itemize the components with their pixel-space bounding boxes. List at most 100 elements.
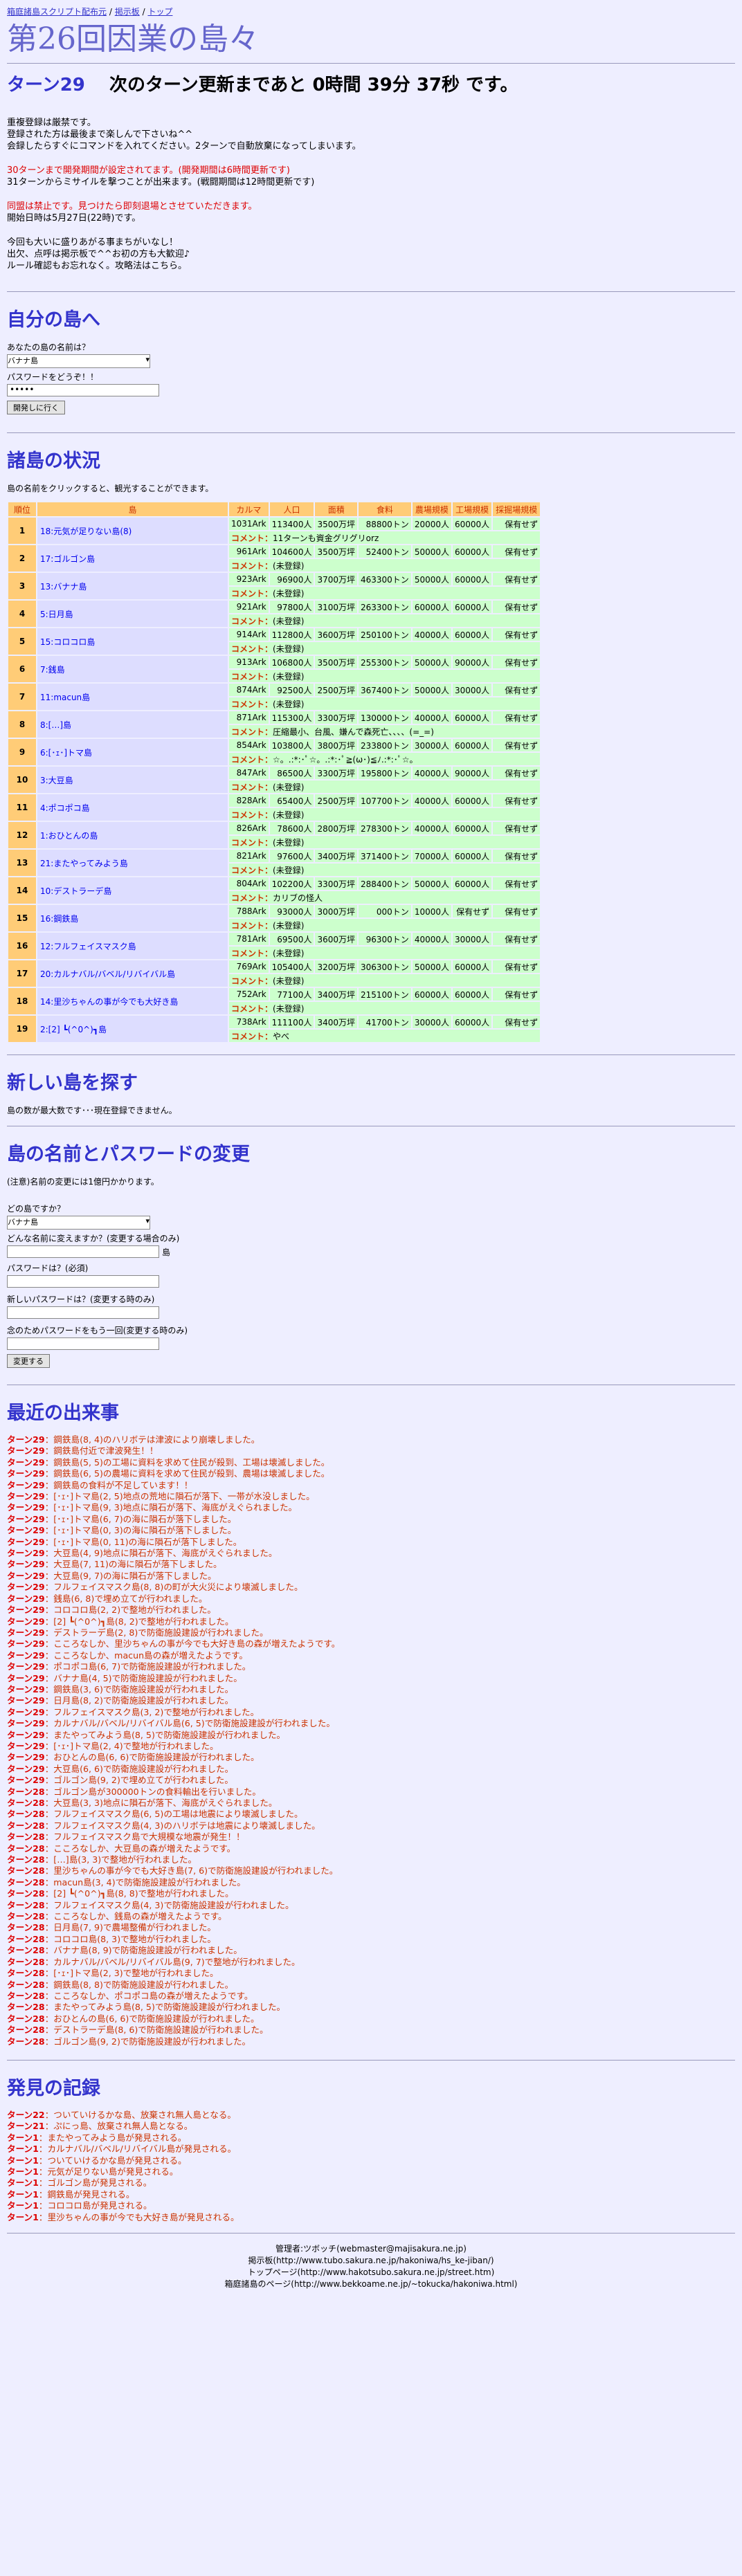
log-text: ：里沙ちゃんの事が今でも大好き島(7, 6)で防衛施設建設が行われました。 [44, 1865, 338, 1876]
island-link[interactable]: 3:大豆島 [40, 776, 73, 785]
rank-cell: 7 [8, 684, 36, 710]
food-cell: 263300トン [359, 601, 411, 613]
log-text: ：[…]島(3, 3)で整地が行われました。 [44, 1854, 197, 1865]
turn-status: ターン29 次のターン更新まであと 0時間 39分 37秒 です。 [7, 71, 735, 96]
log-text: ：こころなしか、ポコポコ島の森が増えたようです。 [44, 1990, 253, 2001]
change-button[interactable]: 変更する [7, 1354, 50, 1368]
which-island-label: どの島ですか？ [7, 1204, 66, 1214]
karma-cell: 821Ark [229, 850, 269, 862]
footer-top[interactable]: トップページ(http://www.hakotsubo.sakura.ne.jp… [7, 2267, 735, 2278]
log-entry: ターン29：鋼鉄島の食料が不足しています！！ [7, 1480, 735, 1491]
footer-bbs[interactable]: 掲示板(http://www.tubo.sakura.ne.jp/hakoniw… [7, 2255, 735, 2267]
island-link[interactable]: 4:ポコポコ島 [40, 803, 90, 813]
population-cell: 105400人 [269, 960, 314, 973]
comment-label: コメント： [231, 643, 273, 654]
comment-cell: コメント：(未登録) [229, 864, 541, 876]
island-link[interactable]: 16:鋼鉄島 [40, 914, 78, 924]
farm-cell: 40000人 [412, 711, 451, 724]
log-text: ：大豆島(3, 3)地点に隕石が落下、海底がえぐられました。 [44, 1798, 278, 1808]
island-link[interactable]: 1:おひとんの島 [40, 831, 98, 841]
mine-cell: 保有せず [493, 960, 541, 973]
factory-cell: 60000人 [453, 877, 492, 890]
new-password-input[interactable] [7, 1306, 159, 1319]
table-row: 6 7:銭島 913Ark 106800人 3500万坪 255300トン 50000人 90… [8, 656, 541, 682]
comment-cell: コメント：(未登録) [229, 836, 541, 848]
log-turn: ターン29 [7, 1763, 45, 1774]
island-link[interactable]: 21:またやってみよう島 [40, 859, 128, 868]
island-link[interactable]: 15:コロコロ島 [40, 637, 95, 647]
island-link[interactable]: 12:フルフェイスマスク島 [40, 942, 136, 951]
food-cell: 288400トン [359, 877, 411, 890]
comment-text: 11ターンも資金グリグリorz [273, 533, 379, 543]
island-link[interactable]: 6:[･ｪ･]トマ島 [40, 748, 92, 758]
factory-cell: 60000人 [453, 960, 492, 973]
factory-cell: 保有せず [453, 905, 492, 917]
link-bbs[interactable]: 掲示板 [115, 7, 140, 17]
event-log: ターン29：鋼鉄島(8, 4)のハリボテは津波により崩壊しました。 ターン29：鋼… [7, 1434, 735, 2047]
footer-admin[interactable]: 管理者:ツボッチ(webmaster@majisakura.ne.jp) [7, 2243, 735, 2255]
island-link[interactable]: 18:元気が足りない島(8) [40, 527, 132, 536]
log-turn: ターン1 [7, 2144, 39, 2155]
population-cell: 111100人 [269, 1016, 314, 1028]
col-rank: 順位 [8, 502, 36, 516]
comment-cell: コメント：(未登録) [229, 614, 541, 627]
farm-cell: 40000人 [412, 822, 451, 834]
notice-block: 重複登録は厳禁です。 登録された方は最後まで楽しんで下さいね^^ 会録したらすぐ… [7, 117, 735, 272]
area-cell: 3600万坪 [315, 933, 357, 945]
notice-line-alert: 30ターンまで開発期間が設定されてます。(開発期間は6時間更新です) [7, 165, 290, 176]
log-turn: ターン28 [7, 1876, 45, 1888]
change-island-select[interactable]: バナナ島 ▾ [7, 1216, 150, 1230]
island-link[interactable]: 20:カルナバル/バベル/リバイバル島 [40, 969, 175, 979]
island-name-cell: 20:カルナバル/バベル/リバイバル島 [37, 960, 228, 987]
food-cell: 52400トン [359, 545, 411, 558]
log-entry: ターン28：大豆島(3, 3)地点に隕石が落下、海底がえぐられました。 [7, 1798, 735, 1809]
log-text: ：またやってみよう島(8, 5)で防衛施設建設が行われました。 [44, 2002, 286, 2013]
confirm-password-input[interactable] [7, 1337, 159, 1350]
log-turn: ターン29 [7, 1456, 45, 1468]
log-entry: ターン29：大豆島(6, 6)で防衛施設建設が行われました。 [7, 1764, 735, 1775]
log-text: ：こころなしか、macun島の森が増えたようです。 [44, 1650, 248, 1661]
change-password-input[interactable] [7, 1275, 159, 1288]
island-link[interactable]: 17:ゴルゴン島 [40, 554, 95, 564]
log-text: ：[2] ┗(^0^)┓島(8, 2)で整地が行われました。 [44, 1616, 234, 1627]
island-link[interactable]: 5:日月島 [40, 610, 73, 619]
comment-text: (未登録) [273, 643, 305, 654]
comment-label: コメント： [231, 727, 273, 737]
log-turn: ターン22 [7, 2109, 45, 2120]
col-island: 島 [37, 502, 228, 516]
island-link[interactable]: 14:里沙ちゃんの事が今でも大好き島 [40, 997, 178, 1007]
log-turn: ターン29 [7, 1502, 45, 1513]
population-cell: 112800人 [269, 628, 314, 641]
password-input[interactable]: ••••• [7, 384, 159, 396]
divider [7, 1054, 735, 1055]
island-link[interactable]: 7:銭島 [40, 665, 65, 675]
develop-button[interactable]: 開発しに行く [7, 401, 65, 414]
population-cell: 106800人 [269, 656, 314, 668]
factory-cell: 60000人 [453, 850, 492, 862]
link-top[interactable]: トップ [147, 7, 172, 17]
table-row: 14 10:デストラーデ島 804Ark 102200人 3300万坪 288400トン 5… [8, 877, 541, 904]
log-turn: ターン29 [7, 1695, 45, 1706]
island-link[interactable]: 11:macun島 [40, 693, 90, 702]
island-link[interactable]: 8:[…]島 [40, 720, 71, 730]
log-text: ：元気が足りない島が発見される。 [38, 2166, 179, 2177]
log-entry: ターン28：カルナバル/バベル/リバイバル島(9, 7)で整地が行われました。 [7, 1957, 735, 1968]
new-name-input[interactable] [7, 1245, 159, 1258]
log-turn: ターン29 [7, 1638, 45, 1650]
food-cell: 306300トン [359, 960, 411, 973]
island-link[interactable]: 10:デストラーデ島 [40, 886, 111, 896]
island-link[interactable]: 2:[2] ┗(^0^)┓島 [40, 1025, 107, 1034]
log-text: ：コロコロ島(2, 2)で整地が行われました。 [44, 1605, 217, 1616]
log-text: ：[2] ┗(^0^)┓島(8, 8)で整地が行われました。 [44, 1888, 234, 1899]
factory-cell: 60000人 [453, 739, 492, 751]
footer-hakoniwa[interactable]: 箱庭諸島のページ(http://www.bekkoame.ne.jp/~toku… [7, 2278, 735, 2290]
island-name-question: あなたの島の名前は？ [7, 342, 91, 352]
karma-cell: 828Ark [229, 794, 269, 807]
mine-cell: 保有せず [493, 988, 541, 1001]
section-heading-new-island: 新しい島を探す [7, 1072, 138, 1094]
link-script-source[interactable]: 箱庭諸島スクリプト配布元 [7, 7, 107, 17]
island-select[interactable]: バナナ島 ▾ [7, 354, 150, 368]
log-text: ：フルフェイスマスク島(8, 8)の町が大火災により壊滅しました。 [44, 1582, 303, 1593]
log-entry: ターン29：またやってみよう島(8, 5)で防衛施設建設が行われました。 [7, 1730, 735, 1741]
island-link[interactable]: 13:バナナ島 [40, 582, 87, 592]
